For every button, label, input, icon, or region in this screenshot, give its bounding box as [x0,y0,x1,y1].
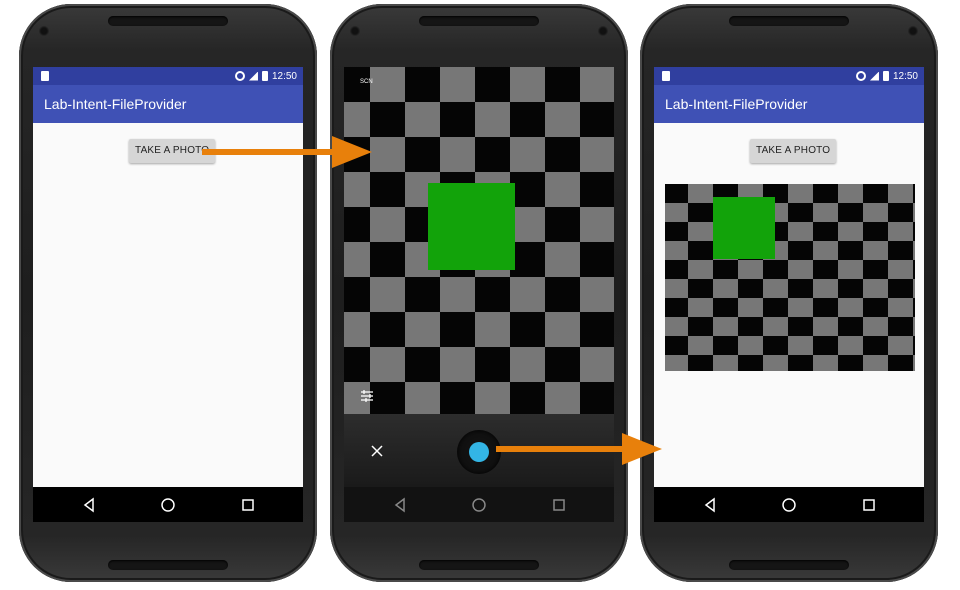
speaker-top [729,16,849,26]
recents-icon[interactable] [861,497,877,513]
photo-preview [665,184,915,371]
phone-3: 12:50 Lab-Intent-FileProvider TAKE A PHO… [640,4,938,582]
speaker-bottom [729,560,849,570]
tune-icon[interactable] [360,389,374,403]
app-bar: Lab-Intent-FileProvider [654,85,924,123]
speaker-top [108,16,228,26]
front-camera [39,26,49,36]
sensor [598,26,608,36]
sync-icon [855,71,866,81]
signal-icon [248,71,258,81]
screen-3: 12:50 Lab-Intent-FileProvider TAKE A PHO… [654,67,924,522]
status-time: 12:50 [271,70,297,82]
status-bar: 12:50 [654,67,924,85]
scene-mode-label[interactable]: SCN [360,79,373,85]
main-content: TAKE A PHOTO [654,123,924,487]
back-icon[interactable] [702,497,718,513]
back-icon[interactable] [81,497,97,513]
nav-bar [344,487,614,522]
app-title: Lab-Intent-FileProvider [44,96,187,112]
nav-bar [33,487,303,522]
recents-icon[interactable] [240,497,256,513]
battery-icon [261,71,268,81]
back-icon[interactable] [392,497,408,513]
app-bar: Lab-Intent-FileProvider [33,85,303,123]
close-icon[interactable] [370,444,384,458]
status-bar: 12:50 [33,67,303,85]
speaker-bottom [108,560,228,570]
phone-1: 12:50 Lab-Intent-FileProvider TAKE A PHO… [19,4,317,582]
shutter-icon [469,442,489,462]
nav-bar [654,487,924,522]
sd-card-icon [662,71,670,81]
front-camera [908,26,918,36]
app-title: Lab-Intent-FileProvider [665,96,808,112]
battery-icon [882,71,889,81]
arrow-to-camera [202,136,372,168]
phone-2: SCN [330,4,628,582]
status-time: 12:50 [892,70,918,82]
green-square [713,197,775,259]
recents-icon[interactable] [551,497,567,513]
sync-icon [234,71,245,81]
home-icon[interactable] [781,497,797,513]
arrow-to-result [496,433,662,465]
green-square [428,183,515,270]
speaker-bottom [419,560,539,570]
front-camera [350,26,360,36]
home-icon[interactable] [471,497,487,513]
main-content: TAKE A PHOTO [33,123,303,487]
take-photo-button[interactable]: TAKE A PHOTO [750,139,837,163]
sd-card-icon [41,71,49,81]
speaker-top [419,16,539,26]
home-icon[interactable] [160,497,176,513]
signal-icon [869,71,879,81]
